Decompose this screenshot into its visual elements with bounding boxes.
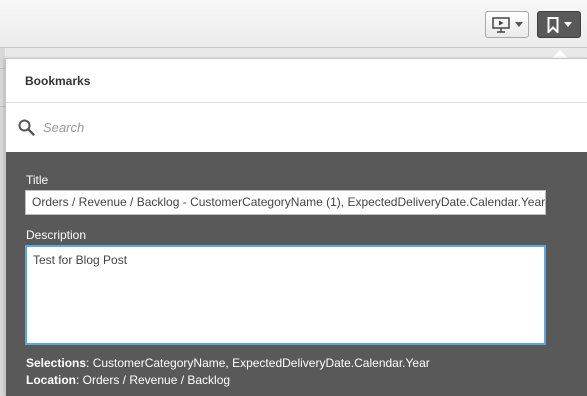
search-icon <box>18 119 35 136</box>
bookmarks-popover: Bookmarks Title Orders / Revenue / Backl… <box>5 58 587 396</box>
chevron-down-icon <box>563 22 572 27</box>
description-label: Description <box>26 228 87 242</box>
top-toolbar <box>0 0 587 48</box>
create-bookmark-form: Title Orders / Revenue / Backlog - Custo… <box>6 152 587 396</box>
present-button[interactable] <box>485 11 529 38</box>
selections-summary: Selections: CustomerCategoryName, Expect… <box>26 356 430 370</box>
search-input[interactable] <box>43 120 543 135</box>
popover-title: Bookmarks <box>6 59 587 103</box>
bookmark-button[interactable] <box>537 11 581 38</box>
bookmark-icon <box>547 16 558 33</box>
title-field[interactable]: Orders / Revenue / Backlog - CustomerCat… <box>25 190 546 215</box>
location-label: Location <box>26 373 76 387</box>
search-bar <box>6 103 587 152</box>
title-label: Title <box>26 173 49 187</box>
selections-label: Selections <box>26 356 87 370</box>
app-window: Bookmarks Title Orders / Revenue / Backl… <box>0 0 587 396</box>
present-icon <box>491 16 510 33</box>
description-field[interactable]: Test for Blog Post <box>25 245 546 345</box>
location-summary: Location: Orders / Revenue / Backlog <box>26 373 230 387</box>
selections-value: : CustomerCategoryName, ExpectedDelivery… <box>86 356 430 370</box>
location-value: : Orders / Revenue / Backlog <box>76 373 231 387</box>
chevron-down-icon <box>514 22 523 27</box>
